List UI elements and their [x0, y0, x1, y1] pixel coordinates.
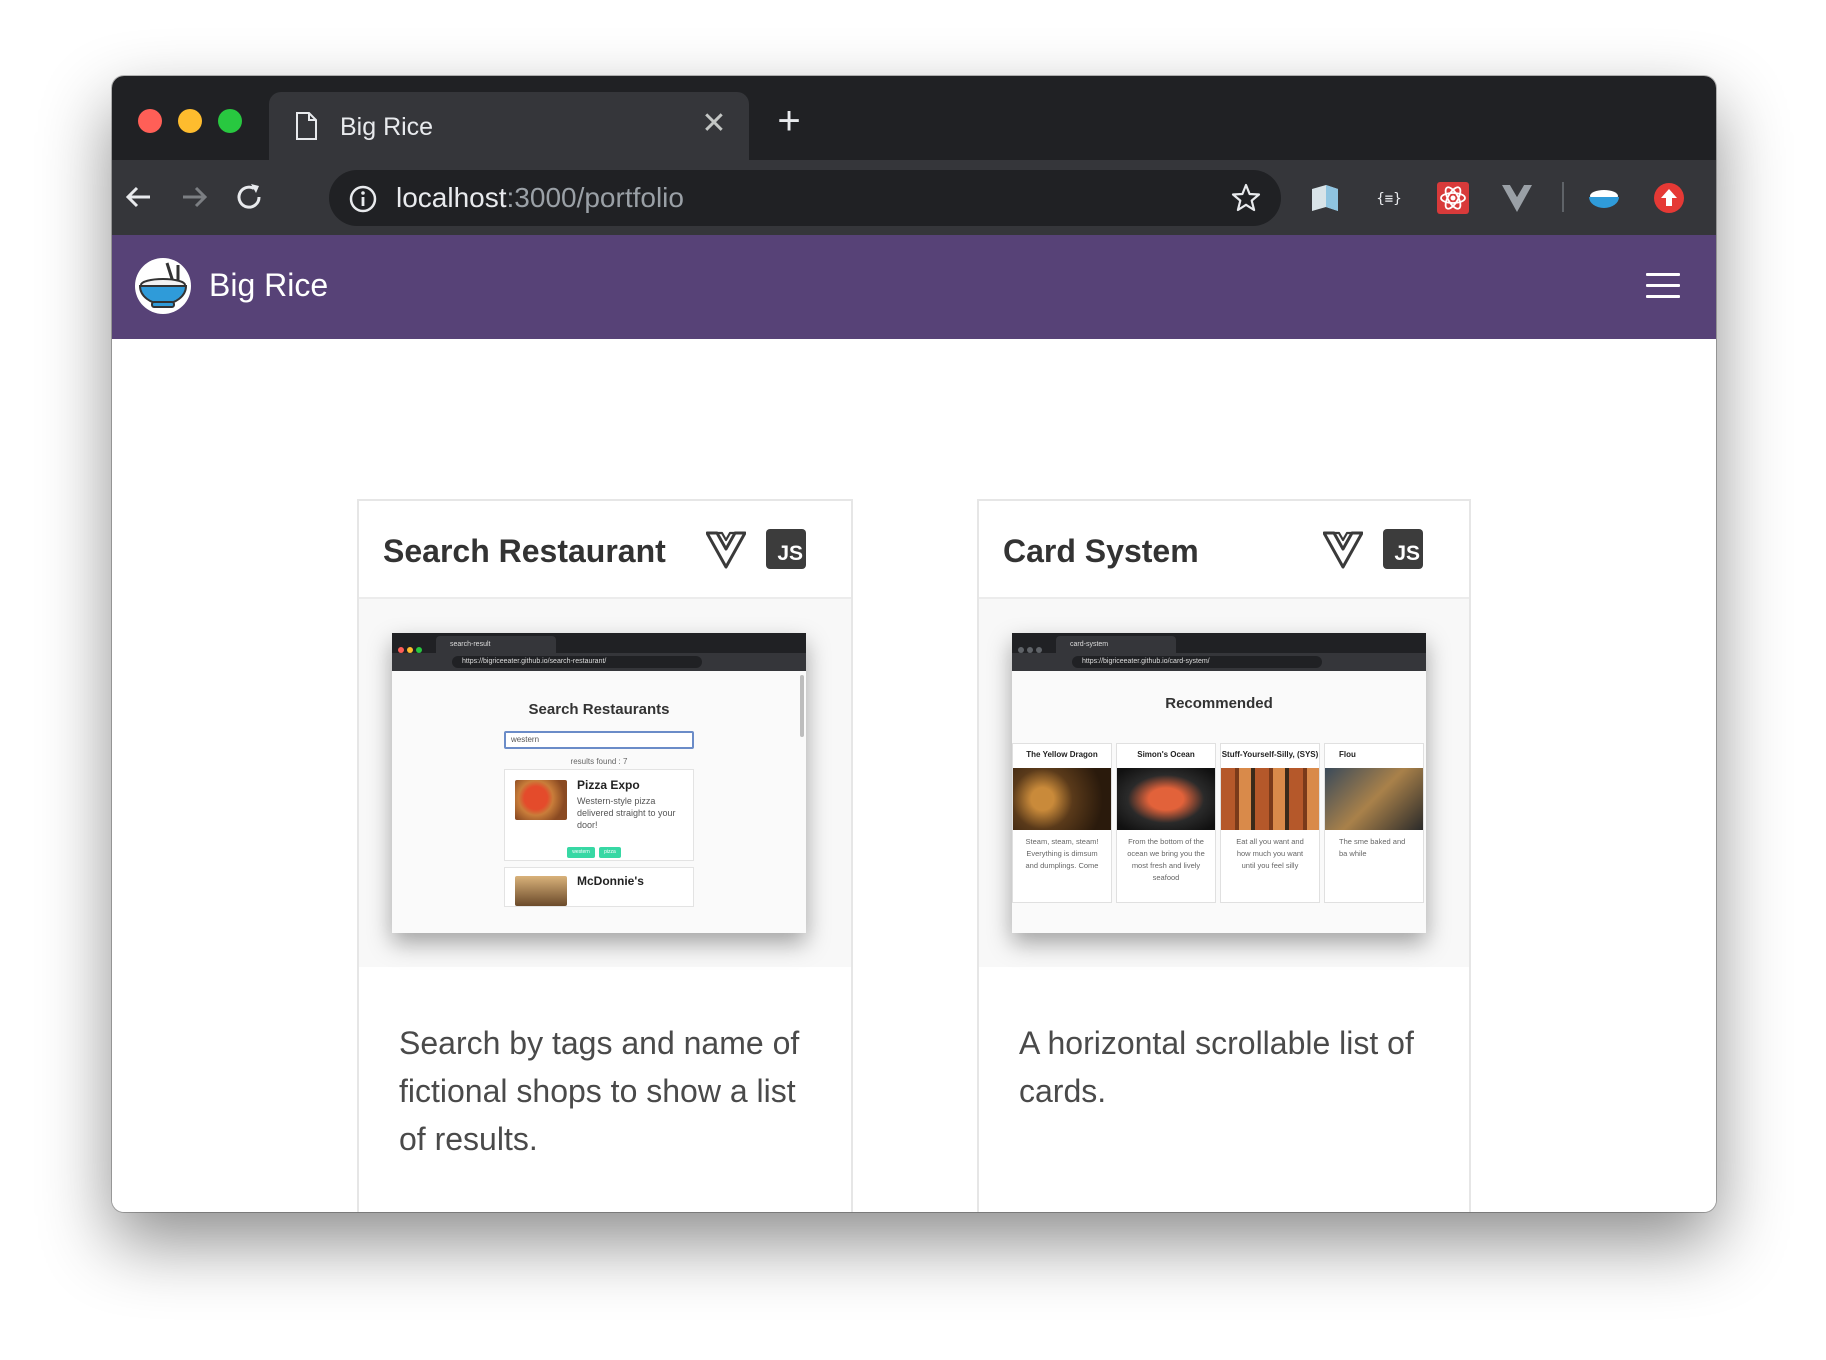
- close-window-button[interactable]: [138, 109, 162, 133]
- card-title: Search Restaurant: [383, 533, 666, 569]
- preview-heading: Search Restaurants: [528, 701, 670, 718]
- card-title: Card System: [1003, 533, 1199, 569]
- preview-item-tag: western: [567, 847, 595, 858]
- vue-icon: [706, 531, 746, 569]
- preview-card-name: Stuff-Yourself-Silly, (SYS): [1221, 750, 1319, 759]
- preview-item-name: Pizza Expo: [577, 778, 640, 792]
- preview-tabbar: search-result: [392, 633, 806, 653]
- preview-screenshot: card-system https://bigriceeater.github.…: [1012, 633, 1426, 933]
- preview-item-tag: pizza: [599, 847, 621, 858]
- js-icon: JS: [1383, 529, 1423, 569]
- preview-card: Simon's Ocean From the bottom of the oce…: [1116, 743, 1216, 903]
- preview-card-text: Eat all you want and how much you want u…: [1236, 837, 1304, 870]
- back-icon[interactable]: [122, 180, 156, 214]
- browser-toolbar: localhost:3000/portfolio {≡}: [112, 160, 1716, 235]
- preview-body: Recommended The Yellow Dragon Steam, ste…: [1012, 671, 1426, 933]
- preview-item-name: McDonnie's: [577, 874, 644, 888]
- preview-item-desc: Western-style pizza delivered straight t…: [577, 796, 676, 830]
- preview-url: https://bigriceeater.github.io/card-syst…: [1072, 656, 1322, 668]
- tab-title: Big Rice: [340, 113, 434, 141]
- site-header: Big Rice: [112, 235, 1716, 339]
- preview-card-text: From the bottom of the ocean we bring yo…: [1127, 837, 1205, 882]
- react-devtools-icon[interactable]: [1436, 181, 1470, 215]
- maximize-window-button[interactable]: [218, 109, 242, 133]
- preview-result-item: McDonnie's: [504, 867, 694, 907]
- project-card[interactable]: Card System JS card-system https://bigri…: [977, 499, 1471, 1212]
- json-formatter-icon[interactable]: {≡}: [1372, 181, 1406, 215]
- svg-text:{≡}: {≡}: [1376, 191, 1401, 207]
- preview-tabbar: card-system: [1012, 633, 1426, 653]
- preview-tab: card-system: [1056, 636, 1176, 653]
- preview-card-text: Steam, steam, steam! Everything is dimsu…: [1025, 837, 1099, 870]
- js-icon: JS: [766, 529, 806, 569]
- forward-icon[interactable]: [177, 180, 211, 214]
- preview-card: The Yellow Dragon Steam, steam, steam! E…: [1012, 743, 1112, 903]
- food-thumb: [515, 876, 567, 906]
- vue-devtools-icon[interactable]: [1500, 181, 1534, 215]
- preview-heading: Recommended: [1165, 695, 1273, 712]
- tab-strip: Big Rice ✕ +: [112, 76, 1716, 160]
- preview-tab: search-result: [436, 636, 556, 653]
- url-host: localhost: [396, 182, 507, 213]
- new-tab-button[interactable]: +: [772, 101, 806, 141]
- card-preview: card-system https://bigriceeater.github.…: [979, 599, 1469, 967]
- browser-window: Big Rice ✕ + localhost:3000/portfolio {≡…: [112, 76, 1716, 1212]
- project-card[interactable]: Search Restaurant JS search-result https…: [357, 499, 853, 1212]
- preview-toolbar: https://bigriceeater.github.io/search-re…: [392, 653, 806, 671]
- card-description: Search by tags and name of fictional sho…: [399, 1025, 800, 1157]
- upload-ext-icon[interactable]: [1652, 181, 1686, 215]
- url-path: :3000/portfolio: [506, 182, 684, 213]
- card-description: A horizontal scrollable list of cards.: [1019, 1025, 1414, 1109]
- preview-scrollbar: [800, 675, 804, 737]
- card-preview: search-result https://bigriceeater.githu…: [359, 599, 851, 967]
- brand-name[interactable]: Big Rice: [209, 265, 328, 305]
- seafood-image: [1117, 768, 1215, 830]
- toolbar-separator: [1562, 182, 1564, 212]
- preview-card: Stuff-Yourself-Silly, (SYS) Eat all you …: [1220, 743, 1320, 903]
- reload-icon[interactable]: [232, 180, 266, 214]
- preview-search-input: western: [504, 731, 694, 749]
- dimsum-image: [1013, 768, 1111, 830]
- preview-card-name: Flou: [1339, 750, 1356, 759]
- preview-card-text: The sme baked and ba while: [1339, 837, 1406, 858]
- card-header: Card System JS: [979, 501, 1469, 599]
- menu-hamburger-icon[interactable]: [1646, 273, 1680, 301]
- bookmark-star-icon[interactable]: [1231, 183, 1261, 213]
- buffet-image: [1221, 768, 1319, 830]
- tab-big-rice[interactable]: Big Rice ✕: [269, 92, 749, 160]
- portfolio-content: Search Restaurant JS search-result https…: [112, 339, 1716, 1212]
- bookmark-ext-icon[interactable]: [1308, 181, 1342, 215]
- url-text: localhost:3000/portfolio: [396, 183, 684, 213]
- preview-screenshot: search-result https://bigriceeater.githu…: [392, 633, 806, 933]
- vue-icon: [1323, 531, 1363, 569]
- document-icon: [296, 112, 317, 140]
- close-tab-icon[interactable]: ✕: [699, 109, 729, 139]
- preview-body: Search Restaurants western results found…: [392, 671, 806, 933]
- preview-card-name: Simon's Ocean: [1137, 750, 1195, 759]
- pizza-thumb: [515, 780, 567, 820]
- preview-result-item: Pizza Expo Western-style pizza delivered…: [504, 769, 694, 861]
- preview-toolbar: https://bigriceeater.github.io/card-syst…: [1012, 653, 1426, 671]
- card-header: Search Restaurant JS: [359, 501, 851, 599]
- big-rice-logo-icon[interactable]: [134, 257, 192, 315]
- info-icon[interactable]: [349, 185, 377, 213]
- preview-card-name: The Yellow Dragon: [1026, 750, 1098, 759]
- preview-card: Flou The sme baked and ba while: [1324, 743, 1424, 903]
- minimize-window-button[interactable]: [178, 109, 202, 133]
- bakery-image: [1325, 768, 1423, 830]
- preview-url: https://bigriceeater.github.io/search-re…: [452, 656, 702, 668]
- address-bar[interactable]: localhost:3000/portfolio: [329, 170, 1281, 226]
- preview-results-count: results found : 7: [570, 757, 628, 766]
- rice-bowl-ext-icon[interactable]: [1587, 181, 1621, 215]
